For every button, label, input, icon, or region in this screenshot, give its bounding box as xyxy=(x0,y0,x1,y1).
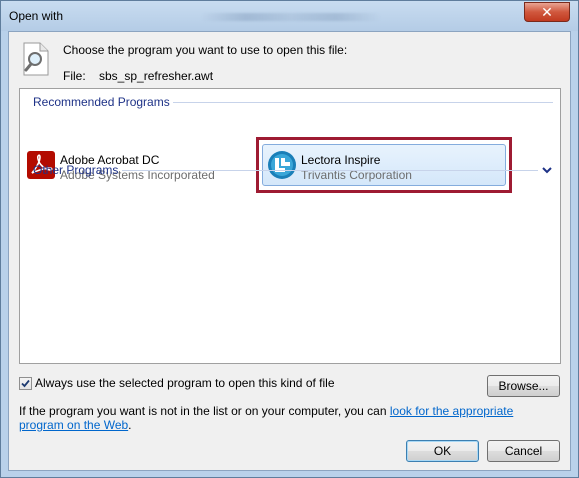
program-name: Lectora Inspire xyxy=(301,153,381,167)
always-use-label: Always use the selected program to open … xyxy=(35,376,335,390)
dialog-prompt: Choose the program you want to use to op… xyxy=(63,43,348,57)
info-text: If the program you want is not in the li… xyxy=(19,404,559,432)
other-programs-header[interactable]: Other Programs xyxy=(33,163,118,177)
browse-button[interactable]: Browse... xyxy=(487,375,560,397)
title-bar-blurred-region xyxy=(201,13,381,21)
recommended-programs-header[interactable]: Recommended Programs xyxy=(33,95,170,109)
close-button[interactable]: ✕ xyxy=(524,2,570,22)
chevron-down-icon[interactable] xyxy=(541,164,553,174)
recommended-divider xyxy=(173,102,553,103)
file-label: File: xyxy=(63,69,86,83)
open-with-dialog: Open with ✕ Choose the program you want … xyxy=(0,0,579,478)
info-text-prefix: If the program you want is not in the li… xyxy=(19,404,390,418)
program-item-lectora-inspire[interactable]: Lectora Inspire Trivantis Corporation xyxy=(267,150,497,184)
program-list[interactable]: Recommended Programs Adobe Acrobat DC Ad… xyxy=(19,88,561,364)
cancel-button[interactable]: Cancel xyxy=(487,440,560,462)
always-use-checkbox[interactable] xyxy=(19,377,32,390)
title-bar[interactable]: Open with ✕ xyxy=(1,1,578,31)
info-text-suffix: . xyxy=(128,418,132,432)
window-title: Open with xyxy=(9,9,64,23)
ok-button[interactable]: OK xyxy=(406,440,479,462)
file-search-icon xyxy=(21,42,51,76)
dialog-client-area: Choose the program you want to use to op… xyxy=(8,31,571,471)
file-name: sbs_sp_refresher.awt xyxy=(99,69,214,83)
other-programs-divider xyxy=(122,170,538,171)
lectora-icon xyxy=(267,150,297,180)
